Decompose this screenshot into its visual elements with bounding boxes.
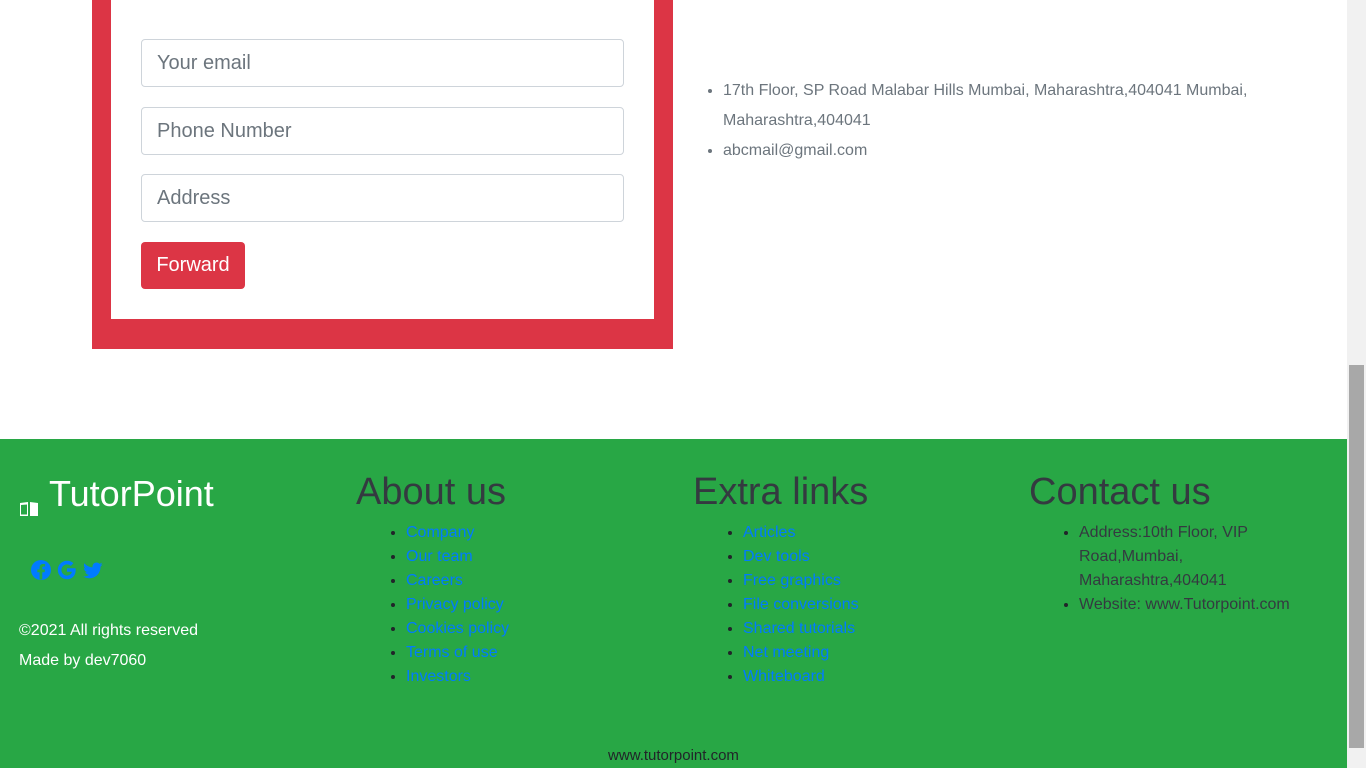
contact-us-address: Address:10th Floor, VIP Road,Mumbai, Mah… [1079, 521, 1329, 593]
footer: TutorPoint ©2021 All rights reserved Mad… [0, 439, 1347, 768]
list-item: Whiteboard [743, 665, 868, 689]
page-scrollbar[interactable] [1347, 0, 1366, 768]
list-item: Terms of use [406, 641, 509, 665]
contact-us-column: Contact us Address:10th Floor, VIP Road,… [1029, 469, 1329, 617]
extra-link-net-meeting[interactable]: Net meeting [743, 644, 829, 661]
contact-info-address: 17th Floor, SP Road Malabar Hills Mumbai… [723, 76, 1283, 136]
extra-links-column: Extra links Articles Dev tools Free grap… [693, 469, 868, 689]
contact-info-email: abcmail@gmail.com [723, 136, 1283, 166]
list-item: Company [406, 521, 509, 545]
contact-form-frame: Forward [92, 0, 673, 349]
list-item: File conversions [743, 593, 868, 617]
forward-button[interactable]: Forward [141, 242, 245, 289]
extra-link-articles[interactable]: Articles [743, 524, 795, 541]
list-item: Articles [743, 521, 868, 545]
extra-links-list: Articles Dev tools Free graphics File co… [693, 521, 868, 689]
scrollbar-thumb[interactable] [1349, 365, 1364, 748]
social-links [30, 559, 104, 581]
about-us-column: About us Company Our team Careers Privac… [356, 469, 509, 689]
about-link-our-team[interactable]: Our team [406, 548, 473, 565]
list-item: Our team [406, 545, 509, 569]
facebook-icon[interactable] [30, 559, 52, 581]
brand-name: TutorPoint [49, 473, 214, 514]
brand[interactable]: TutorPoint [19, 473, 214, 516]
list-item: Investors [406, 665, 509, 689]
about-us-heading: About us [356, 471, 506, 513]
made-by-text: Made by dev7060 [19, 652, 147, 669]
about-link-cookies-policy[interactable]: Cookies policy [406, 620, 509, 637]
about-link-investors[interactable]: Investors [406, 668, 471, 685]
list-item: Net meeting [743, 641, 868, 665]
extra-link-free-graphics[interactable]: Free graphics [743, 572, 841, 589]
copyright-text: ©2021 All rights reserved [19, 622, 198, 639]
contact-info-list: 17th Floor, SP Road Malabar Hills Mumbai… [723, 76, 1283, 166]
phone-input[interactable] [141, 107, 624, 155]
about-us-links: Company Our team Careers Privacy policy … [356, 521, 509, 689]
about-link-company[interactable]: Company [406, 524, 474, 541]
address-input[interactable] [141, 174, 624, 222]
extra-links-heading: Extra links [693, 471, 869, 513]
extra-link-whiteboard[interactable]: Whiteboard [743, 668, 825, 685]
email-input[interactable] [141, 39, 624, 87]
contact-us-website: Website: www.Tutorpoint.com [1079, 593, 1329, 617]
contact-us-list: Address:10th Floor, VIP Road,Mumbai, Mah… [1029, 521, 1329, 617]
page: Forward 17th Floor, SP Road Malabar Hill… [0, 0, 1347, 768]
site-url: www.tutorpoint.com [608, 747, 739, 764]
google-icon[interactable] [56, 559, 78, 581]
footer-credits: ©2021 All rights reserved Made by dev706… [19, 616, 198, 676]
list-item: Careers [406, 569, 509, 593]
extra-link-dev-tools[interactable]: Dev tools [743, 548, 810, 565]
list-item: Shared tutorials [743, 617, 868, 641]
list-item: Cookies policy [406, 617, 509, 641]
list-item: Dev tools [743, 545, 868, 569]
twitter-icon[interactable] [82, 559, 104, 581]
book-icon [19, 485, 39, 516]
about-link-privacy-policy[interactable]: Privacy policy [406, 596, 504, 613]
contact-us-heading: Contact us [1029, 471, 1211, 513]
extra-link-shared-tutorials[interactable]: Shared tutorials [743, 620, 855, 637]
list-item: Free graphics [743, 569, 868, 593]
about-link-terms-of-use[interactable]: Terms of use [406, 644, 498, 661]
contact-form: Forward [111, 0, 654, 319]
about-link-careers[interactable]: Careers [406, 572, 463, 589]
list-item: Privacy policy [406, 593, 509, 617]
extra-link-file-conversions[interactable]: File conversions [743, 596, 859, 613]
